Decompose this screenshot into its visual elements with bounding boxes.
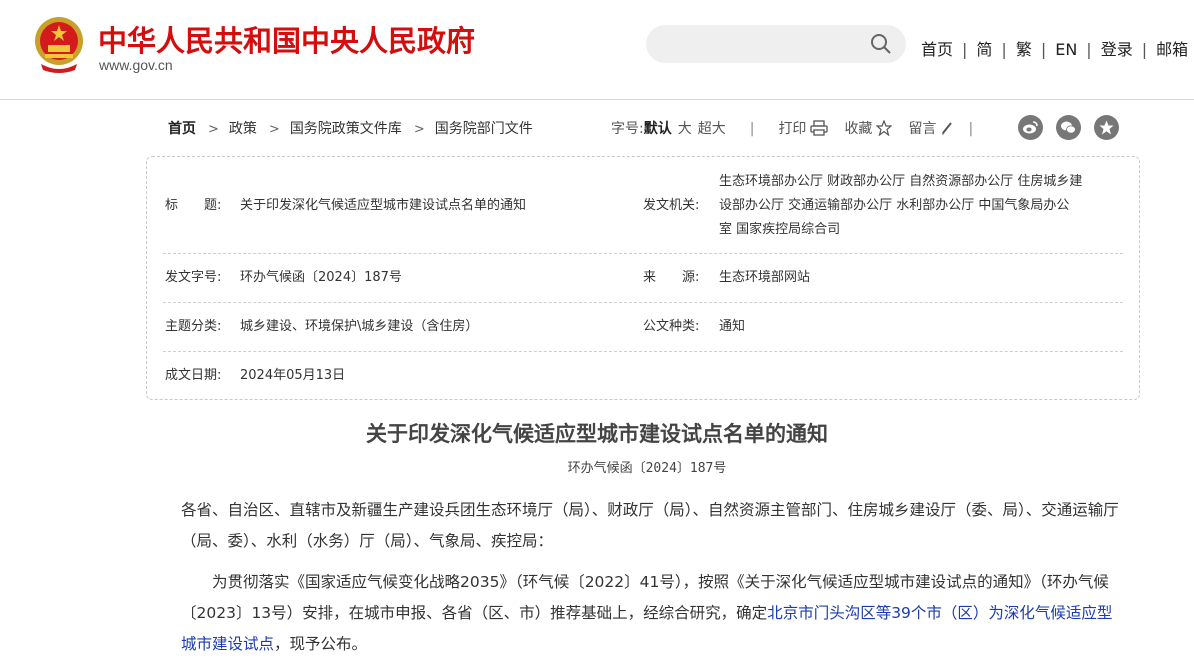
meta-type-label: 公文种类: (643, 319, 700, 334)
article-paragraph-1: 各省、自治区、直辖市及新疆生产建设兵团生态环境厅（局）、财政厅（局）、自然资源主… (181, 501, 1119, 550)
meta-date-value: 2024年05月13日 (240, 368, 346, 383)
nav-simplified[interactable]: 简 (976, 40, 992, 59)
meta-date-label: 成文日期: (165, 368, 222, 383)
nav-divider: | (1141, 40, 1148, 59)
font-size-label: 字号: (611, 121, 644, 137)
search-icon[interactable] (870, 33, 892, 55)
breadcrumb-policy[interactable]: 政策 (229, 121, 257, 137)
meta-type-value: 通知 (719, 319, 746, 334)
weibo-icon (1023, 121, 1038, 134)
font-size-large[interactable]: 大 (678, 121, 692, 137)
meta-issuer-line-1: 生态环境部办公厅 财政部办公厅 自然资源部办公厅 住房城乡建 (719, 174, 1083, 189)
meta-source-value: 生态环境部网站 (719, 270, 811, 285)
print-label: 打印 (778, 121, 807, 137)
breadcrumb-home[interactable]: 首页 (168, 121, 196, 137)
print-button[interactable]: 打印 (778, 118, 829, 138)
star-icon (1099, 120, 1114, 135)
meta-issuer-line-3: 室 国家疾控局综合司 (719, 222, 841, 237)
nav-divider: | (962, 40, 968, 59)
meta-title-value: 关于印发深化气候适应型城市建设试点名单的通知 (240, 198, 527, 213)
site-url[interactable]: www.gov.cn (99, 57, 173, 73)
wechat-share-button[interactable] (1056, 115, 1081, 140)
document-metadata: 标 题: 关于印发深化气候适应型城市建设试点名单的通知 发文机关: 生态环境部办… (146, 156, 1140, 400)
breadcrumb-library[interactable]: 国务院政策文件库 (290, 121, 402, 137)
meta-topic-label: 主题分类: (165, 319, 222, 334)
nav-divider: | (1040, 40, 1047, 59)
nav-traditional[interactable]: 繁 (1016, 40, 1032, 59)
site-title[interactable]: 中华人民共和国中央人民政府 (98, 18, 475, 60)
chevron-right-icon: > (208, 122, 219, 137)
divider (163, 253, 1123, 254)
nav-login[interactable]: 登录 (1101, 40, 1133, 59)
favorite-share-button[interactable] (1094, 115, 1119, 140)
nav-divider: | (1086, 40, 1092, 59)
nav-mail[interactable]: 邮箱 (1156, 40, 1188, 59)
article-title: 关于印发深化气候适应型城市建设试点名单的通知 (366, 421, 828, 446)
breadcrumb: 首页 > 政策 > 国务院政策文件库 > 国务院部门文件 (168, 118, 533, 138)
printer-icon (810, 120, 829, 136)
favorite-button[interactable]: 收藏 (844, 118, 894, 138)
chevron-right-icon: > (268, 122, 280, 137)
meta-topic-value: 城乡建设、环境保护\城乡建设（含住房） (240, 319, 479, 334)
tools-divider: | (749, 121, 755, 137)
meta-docno-value: 环办气候函〔2024〕187号 (240, 270, 402, 285)
search-input[interactable] (646, 25, 906, 63)
favorite-label: 收藏 (844, 121, 873, 137)
nav-divider: | (1001, 40, 1007, 59)
site-header: 中华人民共和国中央人民政府 www.gov.cn 首页 | 简 | 繁 | EN | 登录 | 邮箱 (0, 0, 1194, 100)
font-size-xlarge[interactable]: 超大 (698, 121, 726, 137)
weibo-share-button[interactable] (1018, 115, 1043, 140)
comment-button[interactable]: 留言 (908, 118, 954, 138)
meta-title-label: 标 题: (165, 198, 222, 213)
comment-label: 留言 (908, 121, 937, 137)
breadcrumb-dept-docs[interactable]: 国务院部门文件 (435, 121, 533, 137)
wechat-icon (1061, 121, 1076, 134)
pencil-icon (942, 122, 953, 135)
paragraph-text: ，现予公布。 (274, 635, 368, 653)
meta-issuer-line-2: 设部办公厅 交通运输部办公厅 水利部办公厅 中国气象局办公 (719, 198, 1070, 213)
nav-english[interactable]: EN (1055, 40, 1077, 59)
meta-issuer-label: 发文机关: (643, 198, 700, 213)
article-doc-number: 环办气候函〔2024〕187号 (567, 461, 727, 476)
page-tools: 字号:默认大超大 | 打印 收藏 留言 | (611, 118, 973, 138)
meta-source-label: 来 源: (643, 270, 700, 285)
font-size-default[interactable]: 默认 (644, 121, 672, 137)
chevron-right-icon: > (413, 122, 425, 137)
meta-docno-label: 发文字号: (165, 270, 222, 285)
nav-home[interactable]: 首页 (921, 40, 953, 59)
article-paragraph-2: 为贯彻落实《国家适应气候变化战略2035》（环气候〔2022〕41号），按照《关… (181, 567, 1121, 660)
divider (163, 302, 1123, 303)
national-emblem-icon[interactable] (33, 14, 85, 74)
divider (163, 351, 1123, 352)
tools-divider: | (968, 121, 974, 137)
star-outline-icon (875, 119, 894, 137)
top-nav: 首页 | 简 | 繁 | EN | 登录 | 邮箱 (921, 36, 1188, 60)
